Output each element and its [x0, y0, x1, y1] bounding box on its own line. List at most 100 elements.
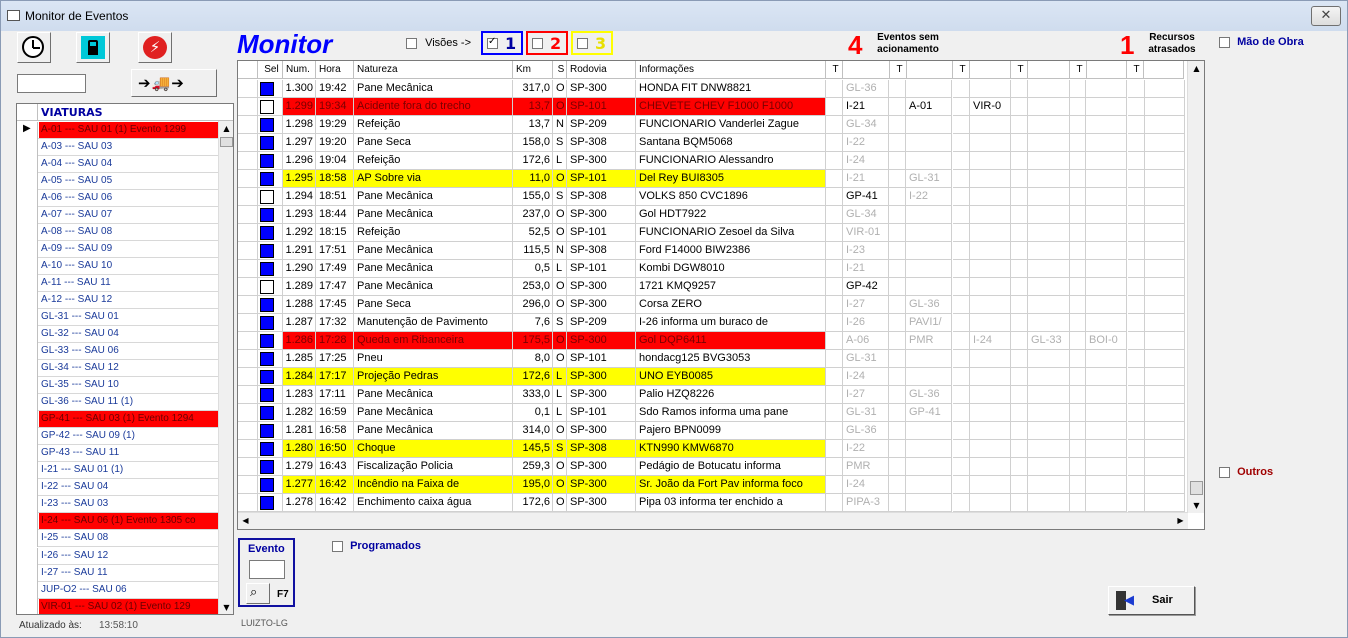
programados-checkbox[interactable]: [332, 540, 343, 552]
grid-header-cell[interactable]: T: [826, 61, 843, 79]
resource-cell[interactable]: [1028, 80, 1070, 98]
viatura-list-item[interactable]: GL-36 --- SAU 11 (1): [17, 394, 220, 411]
viatura-list-item[interactable]: VIR-01 --- SAU 02 (1) Evento 129: [17, 599, 220, 614]
resource-cell[interactable]: [970, 116, 1011, 134]
row-select-checkbox[interactable]: [260, 262, 274, 276]
resource-cell[interactable]: [1145, 458, 1185, 476]
row-select-checkbox[interactable]: [260, 154, 274, 168]
viatura-list-item[interactable]: I-26 --- SAU 12: [17, 548, 220, 565]
resource-cell[interactable]: [1028, 368, 1070, 386]
resource-cell[interactable]: [1145, 206, 1185, 224]
resource-cell[interactable]: GL-36: [843, 80, 889, 98]
event-row[interactable]: 1.283 17:11 Pane Mecânica 333,0 L SP-300 Palio…: [238, 386, 1188, 404]
resource-cell[interactable]: [1086, 116, 1127, 134]
resource-cell[interactable]: [1028, 440, 1070, 458]
row-select-checkbox[interactable]: [260, 244, 274, 258]
grid-header-cell[interactable]: [1028, 61, 1070, 79]
viatura-list-item[interactable]: A-06 --- SAU 06: [17, 190, 220, 207]
resource-cell[interactable]: [906, 440, 952, 458]
resource-cell[interactable]: [1145, 80, 1185, 98]
resource-cell[interactable]: PAVI1/: [906, 314, 952, 332]
resource-cell[interactable]: [906, 224, 952, 242]
resource-cell[interactable]: [1028, 224, 1070, 242]
resource-cell[interactable]: GL-34: [843, 116, 889, 134]
resource-cell[interactable]: [970, 80, 1011, 98]
resource-cell[interactable]: PIPA-3: [843, 494, 889, 512]
resource-cell[interactable]: [1086, 188, 1127, 206]
resource-cell[interactable]: [1086, 458, 1127, 476]
resource-cell[interactable]: GL-31: [843, 404, 889, 422]
grid-scroll-right-arrow-icon[interactable]: ▶: [1173, 513, 1188, 528]
alert-button[interactable]: ⚡: [138, 32, 172, 63]
event-row[interactable]: 1.292 18:15 Refeição 52,5 O SP-101 FUNCIONARIO…: [238, 224, 1188, 242]
resource-cell[interactable]: [970, 458, 1011, 476]
resource-cell[interactable]: I-26: [843, 314, 889, 332]
grid-header-cell[interactable]: Num.: [283, 61, 316, 79]
row-select-checkbox[interactable]: [260, 388, 274, 402]
resource-cell[interactable]: I-22: [843, 440, 889, 458]
dispatch-truck-button[interactable]: ➔🚚➔: [131, 69, 217, 97]
viatura-list-item[interactable]: GL-35 --- SAU 10: [17, 377, 220, 394]
visao-1-checkbox[interactable]: [487, 36, 498, 49]
resource-cell[interactable]: I-27: [843, 386, 889, 404]
grid-header-cell[interactable]: [843, 61, 890, 79]
resource-cell[interactable]: [970, 440, 1011, 458]
resource-cell[interactable]: [906, 206, 952, 224]
resource-cell[interactable]: [1086, 152, 1127, 170]
resource-cell[interactable]: [1086, 422, 1127, 440]
viatura-list-item[interactable]: GP-41 --- SAU 03 (1) Evento 1294: [17, 411, 220, 428]
resource-cell[interactable]: [1145, 134, 1185, 152]
resource-cell[interactable]: [906, 368, 952, 386]
event-row[interactable]: 1.288 17:45 Pane Seca 296,0 O SP-300 Corsa ZER…: [238, 296, 1188, 314]
resource-cell[interactable]: [906, 242, 952, 260]
resource-cell[interactable]: [1028, 260, 1070, 278]
resource-cell[interactable]: PMR: [843, 458, 889, 476]
resource-cell[interactable]: [1145, 260, 1185, 278]
resource-cell[interactable]: [970, 296, 1011, 314]
resource-cell[interactable]: I-24: [843, 368, 889, 386]
resource-cell[interactable]: [1028, 116, 1070, 134]
resource-cell[interactable]: A-06: [843, 332, 889, 350]
resource-cell[interactable]: [1028, 314, 1070, 332]
resource-cell[interactable]: [1028, 386, 1070, 404]
resource-cell[interactable]: [1086, 134, 1127, 152]
resource-cell[interactable]: [1145, 386, 1185, 404]
resource-cell[interactable]: [1028, 296, 1070, 314]
event-row[interactable]: 1.299 19:34 Acidente fora do trecho 13,7 O SP…: [238, 98, 1188, 116]
resource-cell[interactable]: [1145, 188, 1185, 206]
scroll-up-arrow-icon[interactable]: ▲: [219, 121, 233, 136]
resource-cell[interactable]: [1086, 386, 1127, 404]
viatura-list-item[interactable]: GP-42 --- SAU 09 (1): [17, 428, 220, 445]
resource-cell[interactable]: [970, 152, 1011, 170]
resource-cell[interactable]: [1145, 350, 1185, 368]
resource-cell[interactable]: I-21: [843, 170, 889, 188]
event-row[interactable]: 1.300 19:42 Pane Mecânica 317,0 O SP-300 HONDA…: [238, 80, 1188, 98]
resource-cell[interactable]: [906, 278, 952, 296]
row-select-checkbox[interactable]: [260, 334, 274, 348]
evento-number-input[interactable]: [249, 560, 285, 579]
event-row[interactable]: 1.279 16:43 Fiscalização Policia 259,3 O SP-3…: [238, 458, 1188, 476]
viaturas-list[interactable]: VIATURAS ▶ A-01 --- SAU 01 (1) Evento 129…: [16, 103, 234, 615]
resource-cell[interactable]: [970, 170, 1011, 188]
resource-cell[interactable]: [1086, 296, 1127, 314]
resource-cell[interactable]: I-24: [843, 476, 889, 494]
resource-cell[interactable]: GL-36: [906, 386, 952, 404]
resource-cell[interactable]: [1086, 350, 1127, 368]
viatura-list-item[interactable]: A-10 --- SAU 10: [17, 258, 220, 275]
resource-cell[interactable]: [1028, 152, 1070, 170]
row-select-checkbox[interactable]: [260, 442, 274, 456]
resource-cell[interactable]: GL-31: [906, 170, 952, 188]
scroll-down-arrow-icon[interactable]: ▼: [219, 600, 233, 614]
resource-cell[interactable]: [1086, 98, 1127, 116]
resource-cell[interactable]: [1145, 170, 1185, 188]
resource-cell[interactable]: [1145, 242, 1185, 260]
resource-cell[interactable]: [906, 422, 952, 440]
mao-de-obra-toggle[interactable]: Mão de Obra: [1219, 36, 1304, 48]
viatura-list-item[interactable]: JUP-O2 --- SAU 06: [17, 582, 220, 599]
resource-cell[interactable]: [1145, 494, 1185, 512]
visoes-toggle[interactable]: Visões ->: [406, 37, 471, 49]
resource-cell[interactable]: GL-36: [906, 296, 952, 314]
resource-cell[interactable]: [1145, 368, 1185, 386]
resource-cell[interactable]: [1145, 98, 1185, 116]
event-row[interactable]: 1.291 17:51 Pane Mecânica 115,5 N SP-308 Ford …: [238, 242, 1188, 260]
